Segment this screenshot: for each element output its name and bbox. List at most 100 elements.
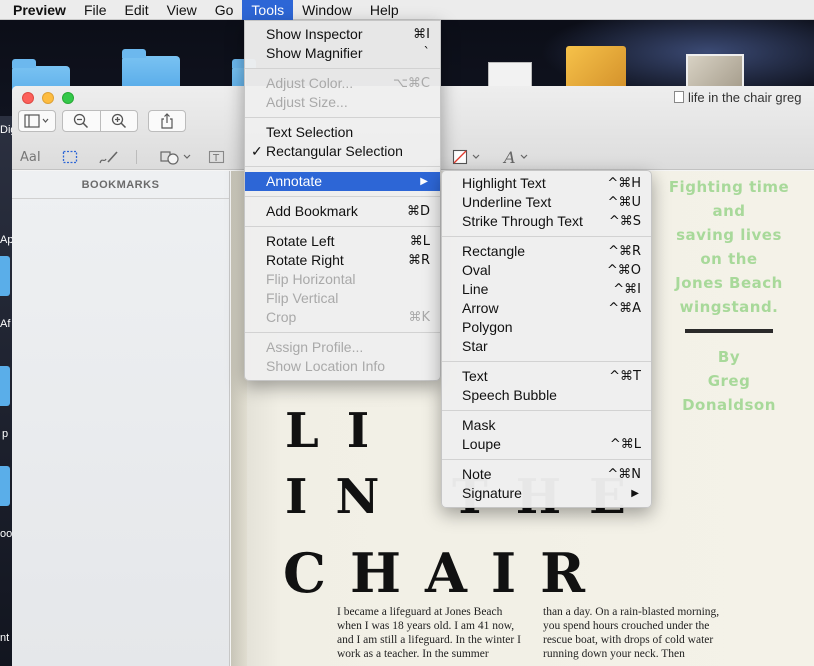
rect-select-button[interactable]	[62, 147, 78, 167]
shapes-button[interactable]	[160, 147, 194, 167]
green-caption-line: Jones Beach	[675, 274, 783, 292]
menu-item-rotate-left[interactable]: Rotate Left ⌘L	[245, 232, 440, 251]
menu-item-label: Show Location Info	[266, 358, 386, 374]
zoom-out-button[interactable]	[63, 113, 100, 129]
annotate-item-highlight-text[interactable]: Highlight Text ^⌘H	[442, 174, 651, 193]
menu-separator	[442, 361, 651, 362]
menu-item-label: Arrow	[462, 300, 499, 316]
shortcut-label: ⌘L	[409, 234, 430, 249]
shapes-icon	[160, 151, 191, 165]
shortcut-label: ^⌘I	[613, 282, 641, 297]
byline-line: Greg	[707, 372, 751, 390]
caption-rule	[685, 329, 773, 333]
sketch-icon	[99, 151, 118, 164]
zoom-control	[62, 110, 138, 132]
shortcut-label: ⌘K	[408, 310, 430, 325]
annotate-item-note[interactable]: Note ^⌘N	[442, 465, 651, 484]
menu-item-label: Highlight Text	[462, 175, 546, 191]
menu-item-adjust-size: Adjust Size...	[245, 93, 440, 112]
window-title-text: life in the chair greg	[688, 90, 802, 105]
menu-item-show-magnifier[interactable]: Show Magnifier `	[245, 44, 440, 63]
bookmarks-sidebar: BOOKMARKS	[12, 171, 230, 666]
menu-item-rectangular-selection[interactable]: ✓ Rectangular Selection	[245, 142, 440, 161]
menu-item-label: Rotate Right	[266, 252, 344, 268]
menu-item-label: Add Bookmark	[266, 203, 358, 219]
textbox-icon: T	[208, 150, 225, 164]
menu-separator	[442, 410, 651, 411]
menu-item-label: Show Magnifier	[266, 45, 363, 61]
menu-item-label: Text	[462, 368, 488, 384]
annotate-item-polygon[interactable]: Polygon	[442, 318, 651, 337]
menu-item-text-selection[interactable]: Text Selection	[245, 123, 440, 142]
zoom-in-icon	[111, 113, 126, 129]
menu-window[interactable]: Window	[293, 0, 361, 20]
annotate-item-loupe[interactable]: Loupe ^⌘L	[442, 435, 651, 454]
desktop-folder-icon[interactable]	[0, 466, 10, 506]
green-caption-line: on the	[700, 250, 758, 268]
green-caption-line: and	[712, 202, 746, 220]
zoom-button[interactable]	[62, 92, 74, 104]
border-color-icon	[452, 149, 480, 165]
menu-help[interactable]: Help	[361, 0, 408, 20]
desktop-folder-icon[interactable]	[0, 366, 10, 406]
annotate-item-speech-bubble[interactable]: Speech Bubble	[442, 386, 651, 405]
annotate-item-signature[interactable]: Signature ▶	[442, 484, 651, 503]
annotate-item-strike-through-text[interactable]: Strike Through Text ^⌘S	[442, 212, 651, 231]
menu-app-preview[interactable]: Preview	[4, 0, 75, 20]
menu-view[interactable]: View	[158, 0, 206, 20]
font-button[interactable]: A	[502, 147, 532, 167]
menu-separator	[245, 196, 440, 197]
annotate-item-mask[interactable]: Mask	[442, 416, 651, 435]
menu-item-label: Flip Vertical	[266, 290, 339, 306]
menu-item-label: Adjust Size...	[266, 94, 348, 110]
window-title: life in the chair greg	[674, 90, 801, 105]
desktop-item-label: Af	[0, 318, 11, 330]
menu-item-label: Annotate	[266, 173, 323, 189]
annotate-item-line[interactable]: Line ^⌘I	[442, 280, 651, 299]
close-button[interactable]	[22, 92, 34, 104]
menu-bar: Preview File Edit View Go Tools Window H…	[0, 0, 814, 20]
checkmark-icon: ✓	[251, 143, 263, 159]
annotate-item-rectangle[interactable]: Rectangle ^⌘R	[442, 242, 651, 261]
textbox-button[interactable]: T	[208, 147, 226, 167]
article-column: than a day. On a rain-blasted morning, y…	[543, 606, 720, 660]
menu-edit[interactable]: Edit	[116, 0, 158, 20]
annotate-item-oval[interactable]: Oval ^⌘O	[442, 261, 651, 280]
shortcut-label: ^⌘N	[607, 467, 641, 482]
desktop-folder-icon[interactable]	[0, 256, 10, 296]
zoom-out-icon	[74, 113, 89, 129]
menu-separator	[245, 166, 440, 167]
menu-item-label: Polygon	[462, 319, 513, 335]
annotate-submenu: Highlight Text ^⌘H Underline Text ^⌘U Strike…	[441, 170, 652, 508]
sidebar-toggle-button[interactable]	[18, 110, 56, 132]
text-tool-button[interactable]: AaI	[20, 147, 41, 167]
menu-item-label: Mask	[462, 417, 496, 433]
share-button[interactable]	[148, 110, 186, 132]
minimize-button[interactable]	[42, 92, 54, 104]
annotate-item-star[interactable]: Star	[442, 337, 651, 356]
menu-file[interactable]: File	[75, 0, 116, 20]
shortcut-label: ^⌘R	[608, 244, 641, 259]
menu-tools[interactable]: Tools	[242, 0, 294, 20]
shortcut-label: ^⌘T	[609, 369, 641, 384]
menu-item-rotate-right[interactable]: Rotate Right ⌘R	[245, 251, 440, 270]
border-color-button[interactable]	[452, 147, 484, 167]
article-column: I became a lifeguard at Jones Beach when…	[337, 606, 521, 660]
zoom-in-button[interactable]	[101, 113, 138, 129]
shortcut-label: ^⌘H	[607, 176, 641, 191]
menu-item-adjust-color: Adjust Color... ⌥⌘C	[245, 74, 440, 93]
shortcut-label: ⌥⌘C	[392, 76, 430, 91]
sketch-button[interactable]	[98, 147, 120, 167]
menu-item-show-inspector[interactable]: Show Inspector ⌘I	[245, 25, 440, 44]
menu-separator	[442, 236, 651, 237]
annotate-item-underline-text[interactable]: Underline Text ^⌘U	[442, 193, 651, 212]
text-tool-icon: AaI	[20, 149, 41, 165]
rect-select-icon	[62, 150, 78, 164]
menu-item-add-bookmark[interactable]: Add Bookmark ⌘D	[245, 202, 440, 221]
annotate-item-arrow[interactable]: Arrow ^⌘A	[442, 299, 651, 318]
annotate-item-text[interactable]: Text ^⌘T	[442, 367, 651, 386]
menu-item-label: Text Selection	[266, 124, 354, 140]
menu-item-annotate[interactable]: Annotate ▶	[245, 172, 440, 191]
green-caption-line: wingstand.	[679, 298, 779, 316]
menu-go[interactable]: Go	[206, 0, 243, 20]
